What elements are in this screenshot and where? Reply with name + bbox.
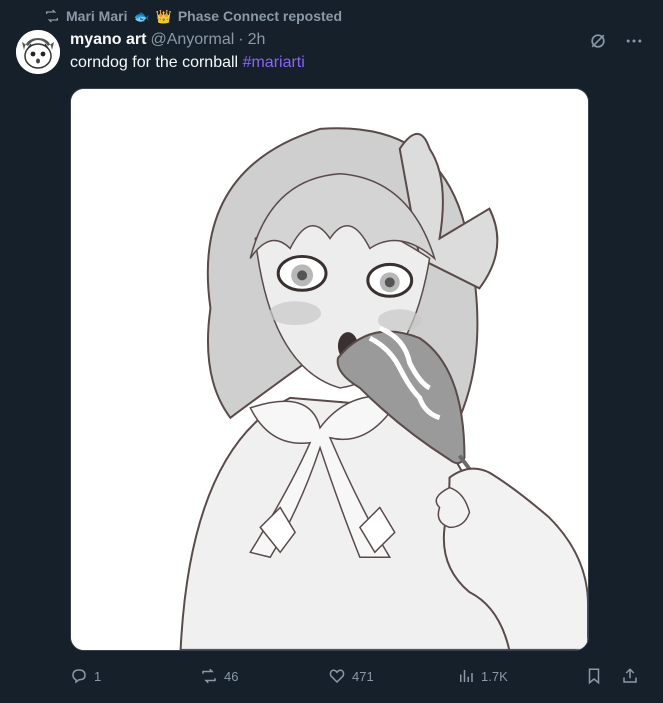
bookmark-icon <box>588 668 600 685</box>
separator: · <box>238 31 244 48</box>
fish-emoji: 🐟 <box>133 8 150 24</box>
illustration-image <box>71 89 588 650</box>
views-button[interactable]: 1.7K <box>457 667 508 685</box>
tweet-card[interactable]: Mari Mari 🐟 👑 Phase Connect reposted mya… <box>0 0 663 703</box>
reply-icon <box>72 669 86 684</box>
display-name[interactable]: myano art <box>70 31 146 49</box>
repost-count: 46 <box>224 668 239 684</box>
avatar[interactable] <box>16 30 60 74</box>
handle[interactable]: @Anyormal <box>150 31 234 49</box>
more-icon[interactable] <box>623 30 645 52</box>
share-button[interactable] <box>621 667 639 685</box>
share-icon <box>623 668 637 683</box>
repost-icon <box>46 9 58 23</box>
reply-button[interactable]: 1 <box>70 667 101 685</box>
like-button[interactable]: 471 <box>328 667 374 685</box>
repost-button[interactable]: 46 <box>200 667 238 685</box>
views-icon <box>460 670 473 682</box>
tweet-body: corndog for the cornball <box>70 54 239 71</box>
bookmark-button[interactable] <box>585 667 603 685</box>
repost-banner-user[interactable]: Mari Mari <box>66 8 127 24</box>
repost-banner-suffix: Phase Connect reposted <box>177 8 342 24</box>
crown-emoji: 👑 <box>155 8 172 24</box>
tweet-tools <box>587 30 645 52</box>
tweet-text: corndog for the cornball #mariarti <box>70 54 305 72</box>
repost-icon <box>202 668 216 684</box>
heart-icon <box>329 669 345 684</box>
timestamp[interactable]: 2h <box>248 31 266 49</box>
tweet-actions: 1 46 471 1.7K <box>70 664 645 688</box>
avatar-image <box>16 30 60 74</box>
hashtag-link[interactable]: #mariarti <box>243 54 305 71</box>
tweet-media[interactable] <box>70 88 589 651</box>
reply-count: 1 <box>94 668 102 684</box>
views-count: 1.7K <box>481 668 508 684</box>
repost-banner[interactable]: Mari Mari 🐟 👑 Phase Connect reposted <box>44 6 342 26</box>
tweet-header: myano art @Anyormal · 2h <box>70 30 265 50</box>
like-count: 471 <box>352 668 374 684</box>
grok-icon[interactable] <box>587 30 609 52</box>
